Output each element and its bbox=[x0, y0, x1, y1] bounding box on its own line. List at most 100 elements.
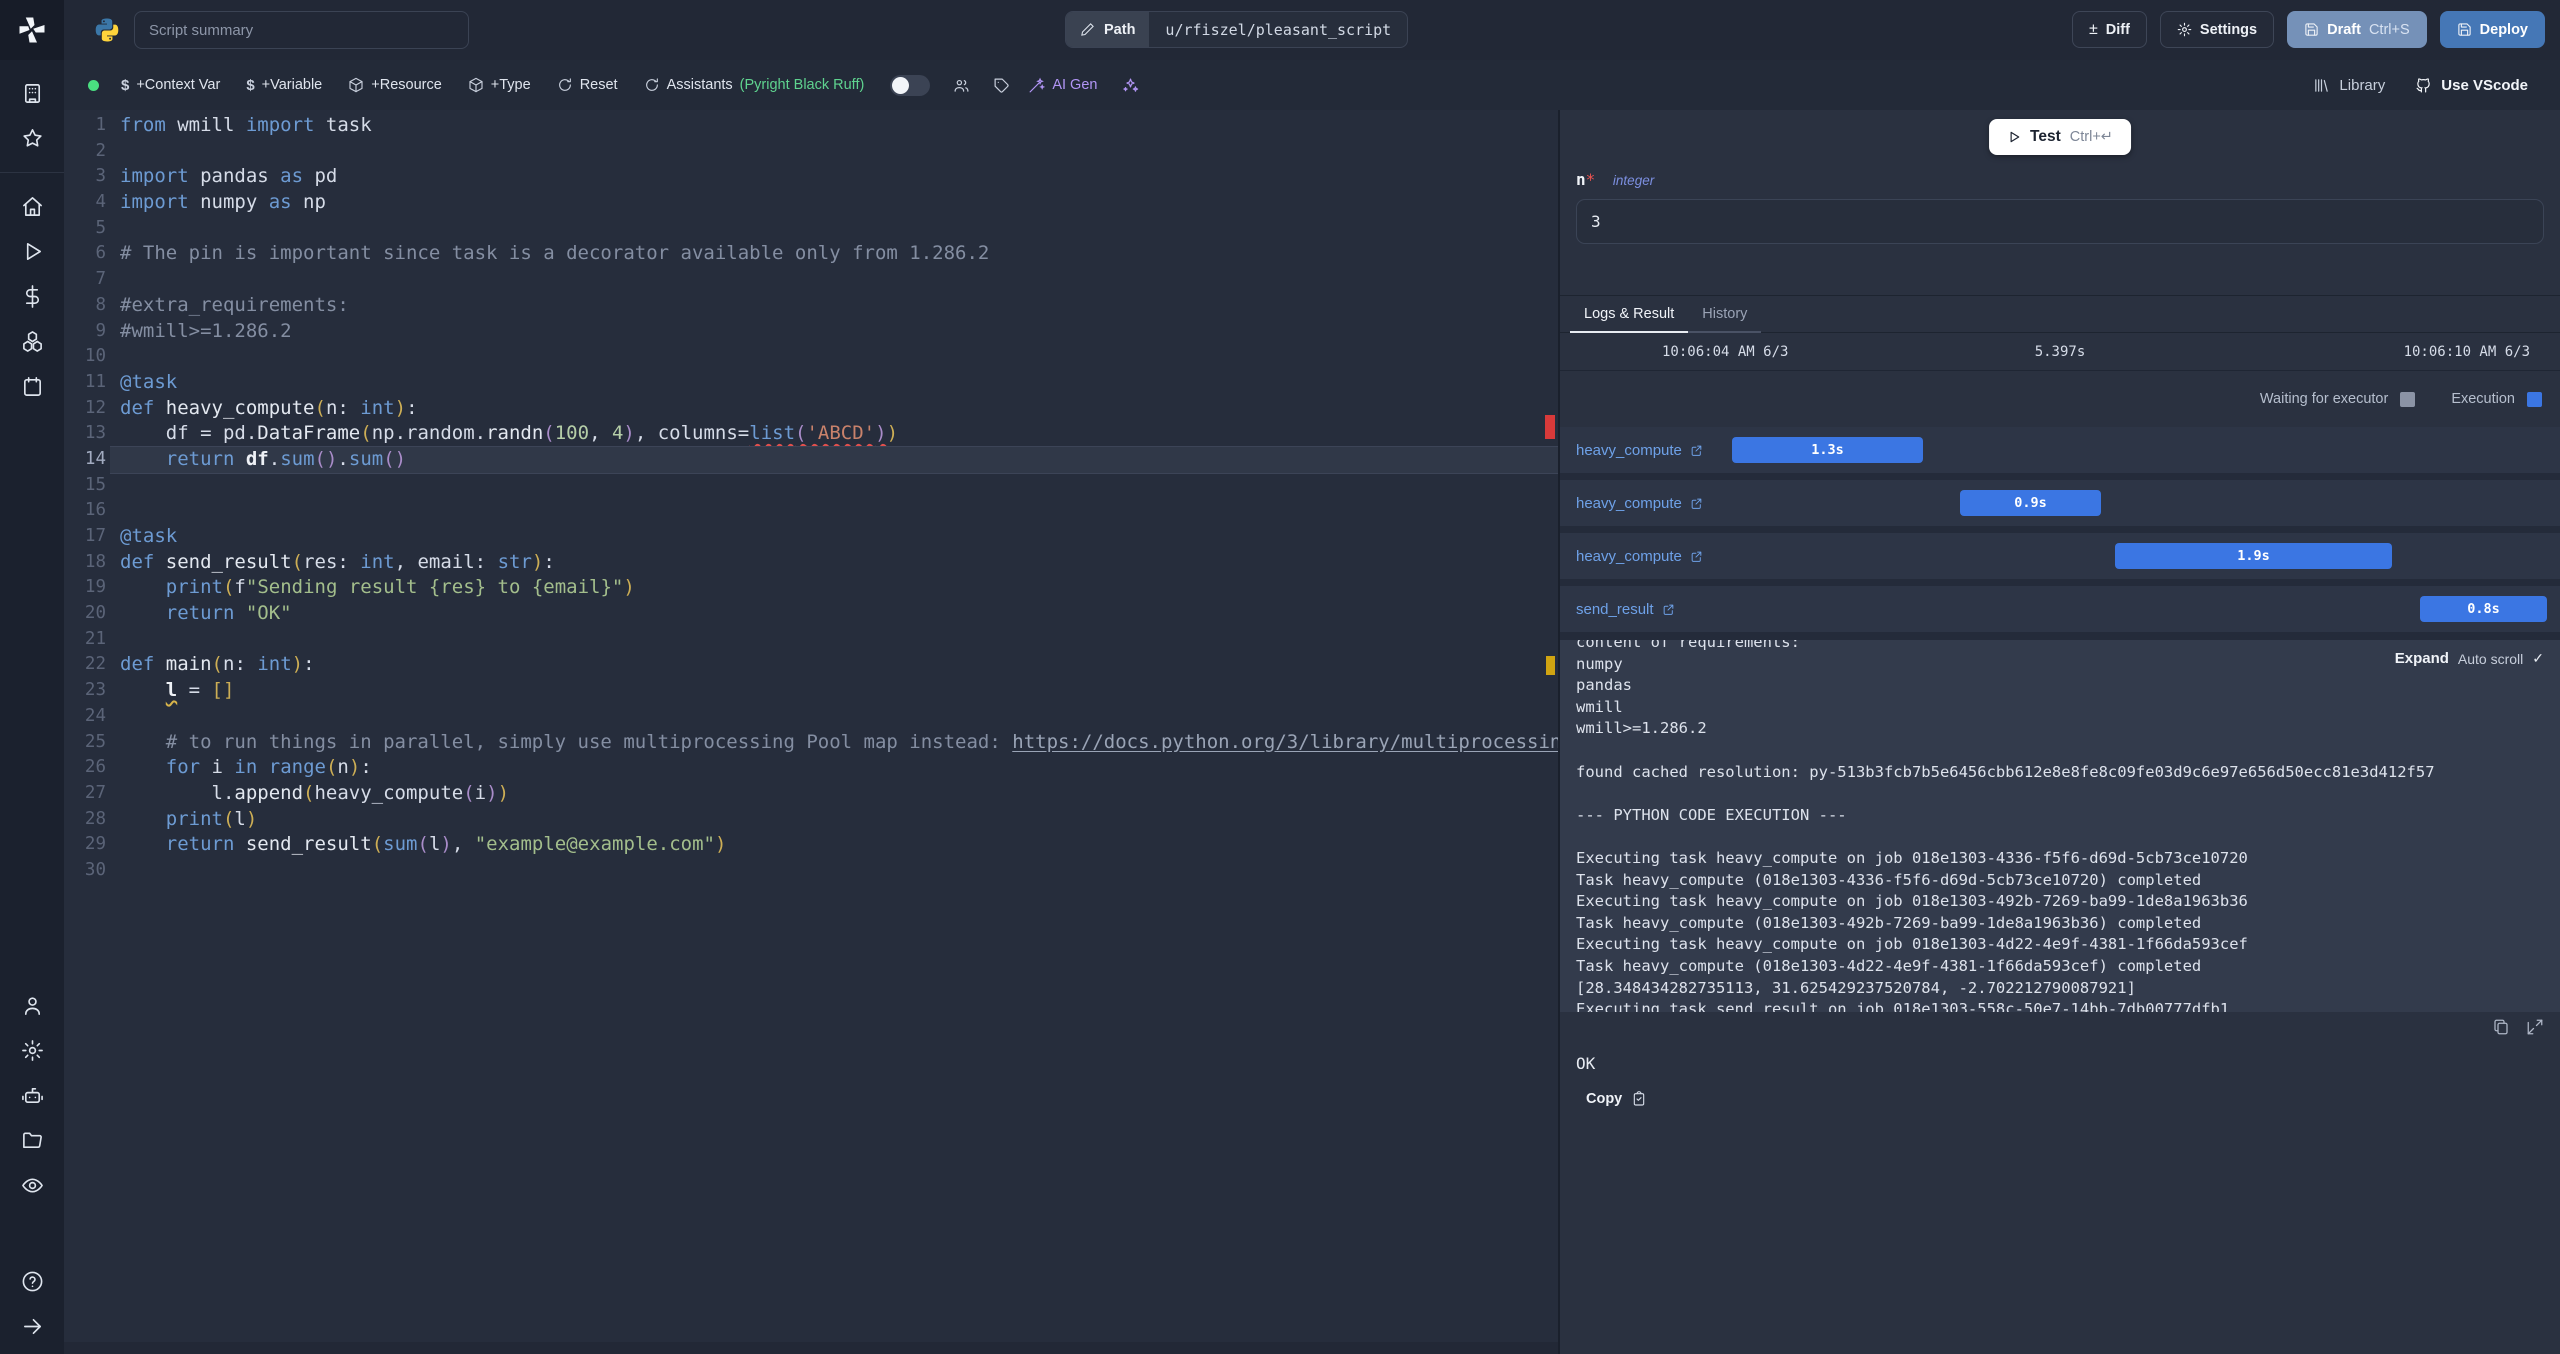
autoscroll-checkmark[interactable]: ✓ bbox=[2532, 650, 2544, 667]
users-icon[interactable] bbox=[0, 993, 64, 1017]
add-context-var-button[interactable]: $ +Context Var bbox=[121, 77, 220, 94]
code-line[interactable]: 1 from wmill import task bbox=[64, 113, 1558, 139]
add-resource-button[interactable]: +Resource bbox=[348, 77, 442, 93]
code-line[interactable]: 28 print(l) bbox=[64, 807, 1558, 833]
use-vscode-button[interactable]: Use VScode bbox=[2415, 77, 2528, 94]
tab-history[interactable]: History bbox=[1688, 296, 1762, 333]
copy-logs-icon[interactable] bbox=[2492, 1018, 2510, 1036]
code-line[interactable]: 19 print(f"Sending result {res} to {emai… bbox=[64, 575, 1558, 601]
collaborators-icon[interactable] bbox=[948, 72, 974, 98]
task-link-heavy_compute[interactable]: heavy_compute bbox=[1576, 548, 1703, 565]
code-line[interactable]: 29 return send_result(sum(l), "example@e… bbox=[64, 832, 1558, 858]
code-line[interactable]: 25 # to run things in parallel, simply u… bbox=[64, 730, 1558, 756]
code-line[interactable]: 17 @task bbox=[64, 524, 1558, 550]
code-line[interactable]: 26 for i in range(n): bbox=[64, 755, 1558, 781]
code-line[interactable]: 10 bbox=[64, 344, 1558, 370]
script-path-button[interactable]: Path u/rfiszel/pleasant_script bbox=[1065, 11, 1409, 48]
test-button[interactable]: Test Ctrl+↵ bbox=[1989, 119, 2131, 155]
code-line[interactable]: 8 #extra_requirements: bbox=[64, 293, 1558, 319]
resources-icon[interactable] bbox=[0, 329, 64, 353]
run-end-time: 10:06:10 AM 6/3 bbox=[2403, 343, 2530, 360]
code-line[interactable]: 4 import numpy as np bbox=[64, 190, 1558, 216]
folders-icon[interactable] bbox=[0, 1128, 64, 1152]
settings-button[interactable]: Settings bbox=[2159, 11, 2275, 48]
code-line[interactable]: 9 #wmill>=1.286.2 bbox=[64, 319, 1558, 345]
home-icon[interactable] bbox=[0, 194, 64, 218]
line-number: 19 bbox=[84, 577, 106, 598]
audit-logs-icon[interactable] bbox=[0, 1173, 64, 1197]
add-variable-button[interactable]: $ +Variable bbox=[246, 77, 322, 94]
add-type-button[interactable]: +Type bbox=[468, 77, 531, 93]
code-line[interactable]: 30 bbox=[64, 858, 1558, 884]
diff-label: Diff bbox=[2105, 21, 2130, 38]
library-button[interactable]: Library bbox=[2313, 77, 2385, 94]
reset-button[interactable]: Reset bbox=[557, 77, 618, 93]
run-meta-row: 10:06:04 AM 6/3 5.397s 10:06:10 AM 6/3 bbox=[1560, 333, 2560, 371]
line-number: 3 bbox=[95, 166, 106, 187]
legend-execution-label: Execution bbox=[2451, 391, 2515, 407]
overview-ruler[interactable] bbox=[1544, 110, 1558, 1354]
runs-icon[interactable] bbox=[0, 239, 64, 263]
code-line[interactable]: 21 bbox=[64, 627, 1558, 653]
code-line[interactable]: 2 bbox=[64, 139, 1558, 165]
execution-bar[interactable]: 1.3s bbox=[1732, 437, 1923, 463]
code-line[interactable]: 18 def send_result(res: int, email: str): bbox=[64, 550, 1558, 576]
result-tabs: Logs & Result History bbox=[1560, 295, 2560, 333]
line-number: 13 bbox=[84, 423, 106, 444]
code-line[interactable]: 11 @task bbox=[64, 370, 1558, 396]
editor-bottom-bar bbox=[64, 1342, 1558, 1354]
dollar-icon: $ bbox=[246, 76, 255, 94]
execution-bar[interactable]: 0.8s bbox=[2420, 596, 2547, 622]
windmill-logo[interactable] bbox=[0, 0, 64, 60]
favorites-icon[interactable] bbox=[0, 126, 64, 150]
code-line[interactable]: 23 l = [] bbox=[64, 678, 1558, 704]
code-line[interactable]: 14 return df.sum().sum() bbox=[64, 446, 1558, 473]
code-line[interactable]: 27 l.append(heavy_compute(i)) bbox=[64, 781, 1558, 807]
autoscroll-label[interactable]: Auto scroll bbox=[2458, 651, 2523, 667]
code-line[interactable]: 6 # The pin is important since task is a … bbox=[64, 241, 1558, 267]
task-link-heavy_compute[interactable]: heavy_compute bbox=[1576, 442, 1703, 459]
code-line[interactable]: 12 def heavy_compute(n: int): bbox=[64, 396, 1558, 422]
logs-output[interactable]: content of requirements: numpy pandas wm… bbox=[1560, 640, 2560, 1012]
code-line[interactable]: 24 bbox=[64, 704, 1558, 730]
execution-bar[interactable]: 1.9s bbox=[2115, 543, 2392, 569]
code-line[interactable]: 20 return "OK" bbox=[64, 601, 1558, 627]
code-editor[interactable]: 1 from wmill import task 2 3 import pandas a… bbox=[64, 110, 1560, 1354]
code-line[interactable]: 13 df = pd.DataFrame(np.random.randn(100… bbox=[64, 421, 1558, 447]
arg-n-input[interactable] bbox=[1576, 199, 2544, 244]
copy-result-button[interactable]: Copy bbox=[1586, 1091, 1647, 1107]
ai-gen-button[interactable]: AI Gen bbox=[1028, 77, 1097, 94]
code-line[interactable]: 5 bbox=[64, 216, 1558, 242]
task-link-heavy_compute[interactable]: heavy_compute bbox=[1576, 495, 1703, 512]
line-number: 27 bbox=[84, 782, 106, 803]
settings-label: Settings bbox=[2199, 21, 2258, 38]
code-line[interactable]: 22 def main(n: int): bbox=[64, 652, 1558, 678]
task-link-send_result[interactable]: send_result bbox=[1576, 601, 1675, 618]
draft-label: Draft bbox=[2327, 21, 2361, 38]
assistants-button[interactable]: Assistants (Pyright Black Ruff) bbox=[644, 77, 864, 93]
deploy-button[interactable]: Deploy bbox=[2439, 11, 2545, 48]
draft-button[interactable]: Draft Ctrl+S bbox=[2287, 11, 2427, 48]
assistant-toggle[interactable] bbox=[890, 74, 931, 96]
workspace-icon[interactable] bbox=[0, 81, 64, 105]
settings-icon[interactable] bbox=[0, 1038, 64, 1062]
code-line[interactable]: 15 bbox=[64, 473, 1558, 499]
tab-logs-result[interactable]: Logs & Result bbox=[1570, 296, 1689, 333]
logs-expand-button[interactable]: Expand bbox=[2395, 650, 2449, 667]
workers-icon[interactable] bbox=[0, 1083, 64, 1107]
tag-icon[interactable] bbox=[988, 72, 1014, 98]
schedules-icon[interactable] bbox=[0, 374, 64, 398]
sparkles-icon[interactable] bbox=[1117, 72, 1143, 98]
collapse-sidebar-icon[interactable] bbox=[0, 1314, 64, 1338]
code-line[interactable]: 7 bbox=[64, 267, 1558, 293]
line-number: 18 bbox=[84, 551, 106, 572]
draft-shortcut: Ctrl+S bbox=[2368, 21, 2410, 38]
code-line[interactable]: 3 import pandas as pd bbox=[64, 164, 1558, 190]
script-summary-input[interactable] bbox=[134, 11, 469, 49]
help-icon[interactable] bbox=[0, 1269, 64, 1293]
expand-logs-icon[interactable] bbox=[2526, 1018, 2544, 1036]
diff-button[interactable]: ± Diff bbox=[2071, 11, 2147, 48]
variables-icon[interactable] bbox=[0, 284, 64, 308]
execution-bar[interactable]: 0.9s bbox=[1960, 490, 2101, 516]
code-line[interactable]: 16 bbox=[64, 498, 1558, 524]
